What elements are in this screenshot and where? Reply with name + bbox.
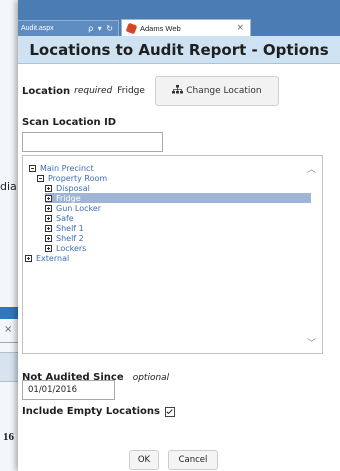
address-text: Audit.aspx bbox=[21, 25, 54, 32]
tree-item-gun-locker[interactable]: Gun Locker bbox=[45, 203, 101, 213]
browser-window: Audit.aspx ρ ▾ ↻ Adams Web × Locations t… bbox=[18, 0, 340, 471]
tree-item-label: Shelf 2 bbox=[56, 233, 84, 243]
background-text-fragment-16: 16 bbox=[3, 431, 14, 443]
adams-web-favicon-icon bbox=[125, 22, 138, 34]
expand-icon[interactable] bbox=[45, 184, 52, 192]
location-label: Location bbox=[22, 85, 71, 97]
include-empty-row: Include Empty Locations bbox=[22, 406, 175, 417]
scroll-up-chevron-icon[interactable]: ︿ bbox=[307, 162, 316, 175]
tree-item-safe[interactable]: Safe bbox=[45, 213, 74, 223]
include-empty-locations-label: Include Empty Locations bbox=[22, 406, 160, 417]
location-required-label: required bbox=[74, 86, 113, 96]
ok-button[interactable]: OK bbox=[129, 450, 159, 470]
address-bar[interactable]: Audit.aspx ρ ▾ ↻ bbox=[18, 20, 119, 37]
expand-icon[interactable] bbox=[25, 254, 32, 262]
expand-icon[interactable] bbox=[45, 224, 52, 232]
expand-icon[interactable] bbox=[45, 214, 52, 222]
dialog-title: Locations to Audit Report - Options bbox=[18, 36, 340, 64]
tree-item-disposal[interactable]: Disposal bbox=[45, 183, 90, 193]
location-row: Location required Fridge Change Location bbox=[22, 76, 332, 106]
tree-item-fridge[interactable]: Fridge bbox=[45, 193, 311, 203]
tree-item-label: External bbox=[36, 253, 70, 263]
tab-close-icon[interactable]: × bbox=[236, 23, 244, 33]
browser-toolbar: Audit.aspx ρ ▾ ↻ Adams Web × bbox=[18, 0, 340, 37]
expand-icon[interactable] bbox=[45, 244, 52, 252]
tab-title: Adams Web bbox=[140, 23, 181, 33]
include-empty-locations-checkbox[interactable] bbox=[165, 406, 175, 417]
change-location-button[interactable]: Change Location bbox=[154, 76, 279, 106]
not-audited-optional-label: optional bbox=[132, 373, 170, 383]
tree-item-label: Safe bbox=[56, 213, 74, 223]
scan-location-label: Scan Location ID bbox=[22, 117, 117, 128]
tree-item-lockers[interactable]: Lockers bbox=[45, 243, 86, 253]
tree-item-main-precinct[interactable]: Main Precinct bbox=[29, 163, 94, 173]
tree-item-shelf-2[interactable]: Shelf 2 bbox=[45, 233, 84, 243]
tree-item-label: Property Room bbox=[48, 173, 108, 183]
tree-item-label: Gun Locker bbox=[56, 203, 102, 213]
cancel-button[interactable]: Cancel bbox=[168, 450, 218, 470]
search-refresh-icons[interactable]: ρ ▾ ↻ bbox=[88, 24, 118, 33]
collapse-icon[interactable] bbox=[29, 164, 36, 172]
scan-location-input[interactable] bbox=[22, 132, 163, 152]
background-text-fragment: dia bbox=[0, 180, 17, 193]
change-location-label: Change Location bbox=[186, 86, 262, 96]
expand-icon[interactable] bbox=[45, 204, 52, 212]
location-tree[interactable]: Main Precinct Property Room Disposal Fri… bbox=[22, 155, 323, 354]
tree-item-label: Main Precinct bbox=[40, 163, 94, 173]
tree-item-property-room[interactable]: Property Room bbox=[37, 173, 107, 183]
report-options-dialog: Locations to Audit Report - Options Loca… bbox=[18, 36, 340, 471]
location-value: Fridge bbox=[117, 86, 145, 96]
background-close-icon[interactable]: × bbox=[4, 324, 12, 335]
scroll-down-chevron-icon[interactable]: ﹀ bbox=[307, 336, 316, 349]
expand-icon[interactable] bbox=[45, 234, 52, 242]
browser-tab-adams-web[interactable]: Adams Web × bbox=[121, 19, 251, 36]
expand-icon[interactable] bbox=[45, 194, 52, 202]
tree-item-label: Fridge bbox=[56, 193, 81, 203]
tree-item-label: Shelf 1 bbox=[56, 223, 84, 233]
not-audited-since-input[interactable]: 01/01/2016 bbox=[22, 380, 115, 400]
collapse-icon[interactable] bbox=[37, 174, 44, 182]
tree-item-shelf-1[interactable]: Shelf 1 bbox=[45, 223, 84, 233]
tree-item-label: Disposal bbox=[56, 183, 90, 193]
tree-item-label: Lockers bbox=[56, 243, 87, 253]
tree-item-external[interactable]: External bbox=[25, 253, 69, 263]
sitemap-icon bbox=[172, 85, 184, 97]
